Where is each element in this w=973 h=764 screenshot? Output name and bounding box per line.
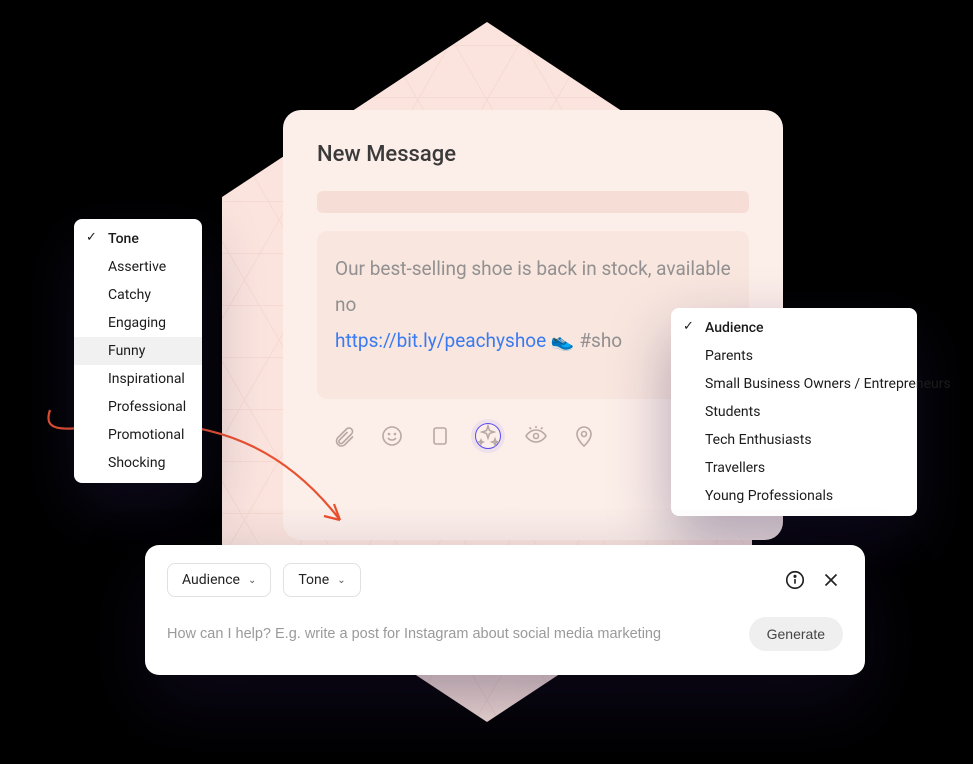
tone-item-professional[interactable]: Professional bbox=[74, 393, 202, 421]
location-icon[interactable] bbox=[571, 423, 597, 449]
message-link[interactable]: https://bit.ly/peachyshoe bbox=[335, 329, 546, 352]
tone-item-promotional[interactable]: Promotional bbox=[74, 421, 202, 449]
tone-item-catchy[interactable]: Catchy bbox=[74, 281, 202, 309]
tone-selector[interactable]: Tone ⌄ bbox=[283, 563, 360, 597]
emoji-icon[interactable] bbox=[379, 423, 405, 449]
message-hashtag: #sho bbox=[579, 329, 622, 352]
chevron-down-icon: ⌄ bbox=[337, 575, 345, 586]
ai-input-row: Generate bbox=[167, 617, 843, 651]
preview-icon[interactable] bbox=[523, 423, 549, 449]
ai-assist-panel: Audience ⌄ Tone ⌄ Generate bbox=[145, 545, 865, 675]
attachment-icon[interactable] bbox=[331, 423, 357, 449]
audience-dropdown[interactable]: Audience Parents Small Business Owners /… bbox=[671, 308, 917, 516]
message-header-placeholder bbox=[317, 191, 749, 213]
audience-selector[interactable]: Audience ⌄ bbox=[167, 563, 271, 597]
audience-header[interactable]: Audience bbox=[671, 314, 917, 342]
ai-sparkle-icon[interactable] bbox=[475, 423, 501, 449]
close-icon[interactable] bbox=[819, 568, 843, 592]
audience-item-tech[interactable]: Tech Enthusiasts bbox=[671, 426, 917, 454]
tone-item-inspirational[interactable]: Inspirational bbox=[74, 365, 202, 393]
chevron-down-icon: ⌄ bbox=[248, 575, 256, 586]
audience-item-young-pros[interactable]: Young Professionals bbox=[671, 482, 917, 510]
audience-item-sbo[interactable]: Small Business Owners / Entrepreneurs bbox=[671, 370, 917, 398]
message-title: New Message bbox=[317, 142, 749, 167]
audience-item-travellers[interactable]: Travellers bbox=[671, 454, 917, 482]
tone-item-engaging[interactable]: Engaging bbox=[74, 309, 202, 337]
message-emoji: 👟 bbox=[551, 329, 575, 352]
ai-top-row: Audience ⌄ Tone ⌄ bbox=[167, 563, 843, 597]
message-text: Our best-selling shoe is back in stock, … bbox=[335, 257, 731, 316]
tone-item-shocking[interactable]: Shocking bbox=[74, 449, 202, 477]
audience-item-parents[interactable]: Parents bbox=[671, 342, 917, 370]
audience-selector-label: Audience bbox=[182, 572, 240, 588]
media-icon[interactable] bbox=[427, 423, 453, 449]
audience-item-students[interactable]: Students bbox=[671, 398, 917, 426]
ai-prompt-input[interactable] bbox=[167, 626, 733, 642]
tone-header[interactable]: Tone bbox=[74, 225, 202, 253]
tone-dropdown[interactable]: Tone Assertive Catchy Engaging Funny Ins… bbox=[74, 219, 202, 483]
tone-selector-label: Tone bbox=[298, 572, 329, 588]
tone-item-assertive[interactable]: Assertive bbox=[74, 253, 202, 281]
tone-item-funny[interactable]: Funny bbox=[74, 337, 202, 365]
info-icon[interactable] bbox=[783, 568, 807, 592]
generate-button[interactable]: Generate bbox=[749, 617, 843, 651]
